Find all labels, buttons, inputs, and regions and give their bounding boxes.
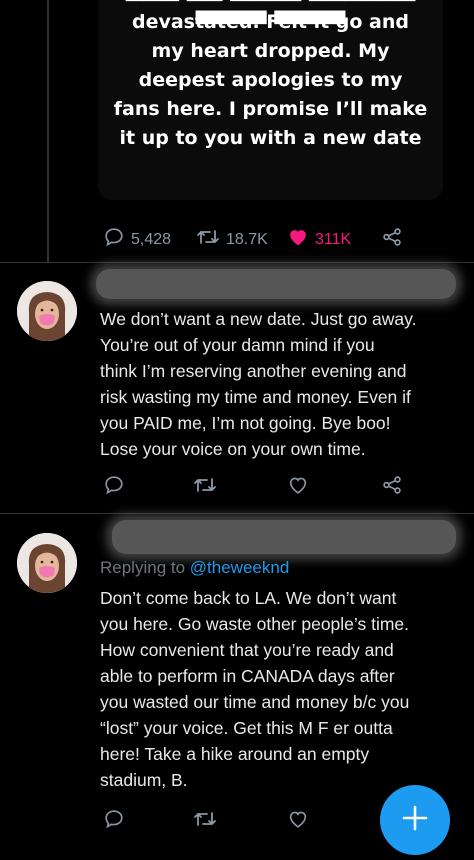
caption-line: fans here. I promise I’ll make: [113, 98, 428, 120]
retweet-icon: [193, 808, 217, 835]
like-count: 311K: [315, 230, 352, 248]
replying-to-label: Replying to: [100, 558, 186, 577]
replying-to: Replying to @theweeknd: [100, 558, 289, 578]
tweet-media-image[interactable]: ▀▀▀ ▀▀ ▀▀▀▀ ▀▀▀▀▀▀ ▀▀▀▀ ▀▀▀▀ devastated.…: [98, 0, 443, 200]
reply-icon: [103, 226, 125, 253]
like-button[interactable]: 311K: [287, 226, 351, 253]
text-line: you PAID me, I’m not going. Bye boo!: [100, 413, 391, 433]
text-line: Don’t come back to LA. We don’t want: [100, 588, 397, 608]
text-line: We don’t want a new date. Just go away.: [100, 309, 417, 329]
share-icon: [380, 226, 404, 253]
retweet-icon: [193, 474, 217, 501]
reply-icon: [103, 474, 125, 501]
heart-outline-icon: [287, 808, 309, 835]
caption-line: it up to you with a new date: [119, 127, 422, 149]
text-line: risk wasting my time and money. Even if: [100, 387, 411, 407]
retweet-button[interactable]: [193, 808, 217, 835]
caption-line: devastated. Felt it go and: [131, 11, 410, 33]
compose-button[interactable]: [380, 785, 450, 855]
text-line: you here. Go waste other people’s time.: [100, 614, 410, 634]
divider: [0, 262, 474, 263]
heart-outline-icon: [287, 474, 309, 501]
caption-line: deepest apologies to my: [138, 69, 403, 91]
reply-text: Don’t come back to LA. We don’t want you…: [100, 585, 409, 793]
text-line: you wasted our time and money b/c you: [100, 692, 410, 712]
reply-text: We don’t want a new date. Just go away. …: [100, 306, 416, 462]
avatar[interactable]: [17, 281, 77, 341]
share-icon: [380, 474, 404, 501]
text-line: stadium, B.: [100, 770, 188, 790]
thread-connector-line: [47, 0, 49, 262]
divider: [0, 513, 474, 514]
caption-line: my heart dropped. My: [151, 40, 390, 62]
plus-icon: [401, 804, 429, 837]
reply-button[interactable]: 5,428: [103, 226, 171, 253]
retweet-button[interactable]: 18.7K: [196, 226, 268, 253]
text-line: think I’m reserving another evening and: [100, 361, 407, 381]
reply-button[interactable]: [103, 474, 125, 501]
like-button[interactable]: [287, 474, 309, 501]
retweet-icon: [196, 226, 220, 253]
heart-filled-icon: [287, 226, 309, 253]
text-line: You’re out of your damn mind if you: [100, 335, 375, 355]
redacted-username: [112, 520, 456, 554]
mention-link[interactable]: @theweeknd: [190, 558, 290, 577]
redacted-username: [96, 269, 456, 299]
text-line: able to perform in CANADA days after: [100, 666, 395, 686]
text-line: “lost” your voice. Get this M F er outta: [100, 718, 393, 738]
text-line: How convenient that you’re ready and: [100, 640, 394, 660]
reply-button[interactable]: [103, 808, 125, 835]
reply-count: 5,428: [131, 230, 172, 248]
share-button[interactable]: [380, 474, 404, 501]
avatar[interactable]: [17, 533, 77, 593]
reply-icon: [103, 808, 125, 835]
like-button[interactable]: [287, 808, 309, 835]
retweet-button[interactable]: [193, 474, 217, 501]
media-caption: devastated. Felt it go and my heart drop…: [98, 8, 443, 153]
share-button[interactable]: [380, 226, 404, 253]
text-line: Lose your voice on your own time.: [100, 439, 366, 459]
retweet-count: 18.7K: [226, 230, 268, 248]
text-line: here! Take a hike around an empty: [100, 744, 370, 764]
